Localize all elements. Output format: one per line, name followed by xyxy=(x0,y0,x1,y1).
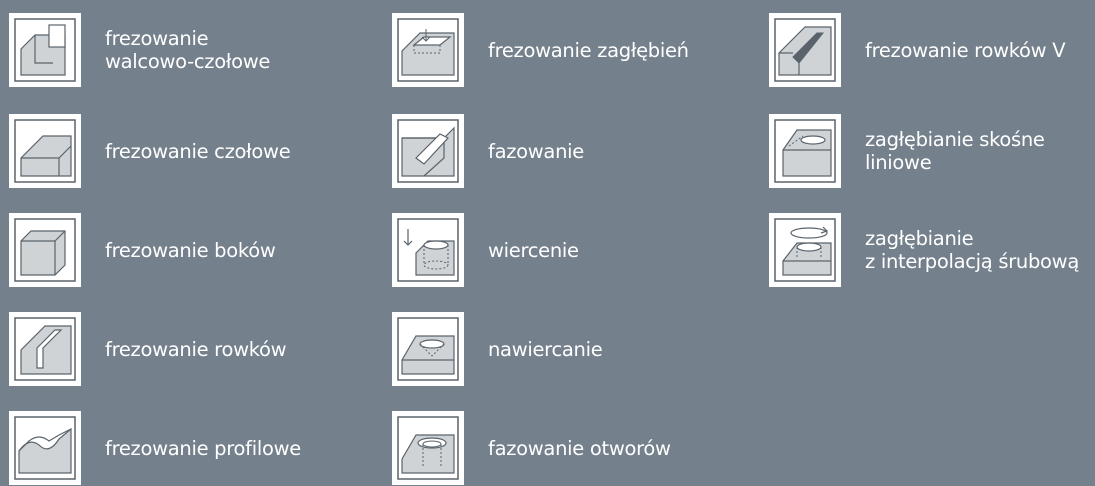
operation-label: fazowanie otworów xyxy=(488,436,671,460)
spot-drilling-icon xyxy=(392,312,464,386)
slot-milling-icon xyxy=(9,312,81,386)
operation-label: frezowanie rowków xyxy=(105,337,287,361)
operation-label: frezowanie czołowe xyxy=(105,139,291,163)
v-groove-milling-icon xyxy=(769,13,841,87)
operation-label: fazowanie xyxy=(488,139,584,163)
hole-chamfering-icon xyxy=(392,411,464,485)
drilling-icon xyxy=(392,213,464,287)
ramping-icon xyxy=(769,114,841,188)
operation-label: frezowanie zagłębień xyxy=(488,38,689,62)
operation-item-spot-drilling: nawiercanie xyxy=(392,311,603,387)
operation-item-helical-interpolation: zagłębianie z interpolacją śrubową xyxy=(769,212,1079,288)
operation-item-pocket-milling: frezowanie zagłębień xyxy=(392,12,689,88)
operation-label: frezowanie boków xyxy=(105,238,276,262)
operation-item-hole-chamfering: fazowanie otworów xyxy=(392,410,671,486)
operation-item-ramping: zagłębianie skośne liniowe xyxy=(769,113,1045,189)
side-milling-icon xyxy=(9,213,81,287)
face-milling-icon xyxy=(9,114,81,188)
operation-item-chamfering: fazowanie xyxy=(392,113,584,189)
operation-label: frezowanie walcowo-czołowe xyxy=(105,27,271,73)
operation-item-shoulder-milling: frezowanie walcowo-czołowe xyxy=(9,12,270,88)
helical-interpolation-icon xyxy=(769,213,841,287)
operation-label: frezowanie rowków V xyxy=(865,38,1066,62)
pocket-milling-icon xyxy=(392,13,464,87)
shoulder-milling-icon xyxy=(9,13,81,87)
operation-item-face-milling: frezowanie czołowe xyxy=(9,113,291,189)
operation-label: nawiercanie xyxy=(488,337,603,361)
operation-label: zagłębianie z interpolacją śrubową xyxy=(865,227,1079,273)
operation-item-slot-milling: frezowanie rowków xyxy=(9,311,287,387)
profile-milling-icon xyxy=(9,411,81,485)
operation-item-drilling: wiercenie xyxy=(392,212,579,288)
operation-item-v-groove-milling: frezowanie rowków V xyxy=(769,12,1066,88)
operation-label: zagłębianie skośne liniowe xyxy=(865,128,1045,174)
operation-label: frezowanie profilowe xyxy=(105,436,301,460)
operation-item-profile-milling: frezowanie profilowe xyxy=(9,410,301,486)
operation-item-side-milling: frezowanie boków xyxy=(9,212,276,288)
operation-label: wiercenie xyxy=(488,238,579,262)
chamfering-icon xyxy=(392,114,464,188)
